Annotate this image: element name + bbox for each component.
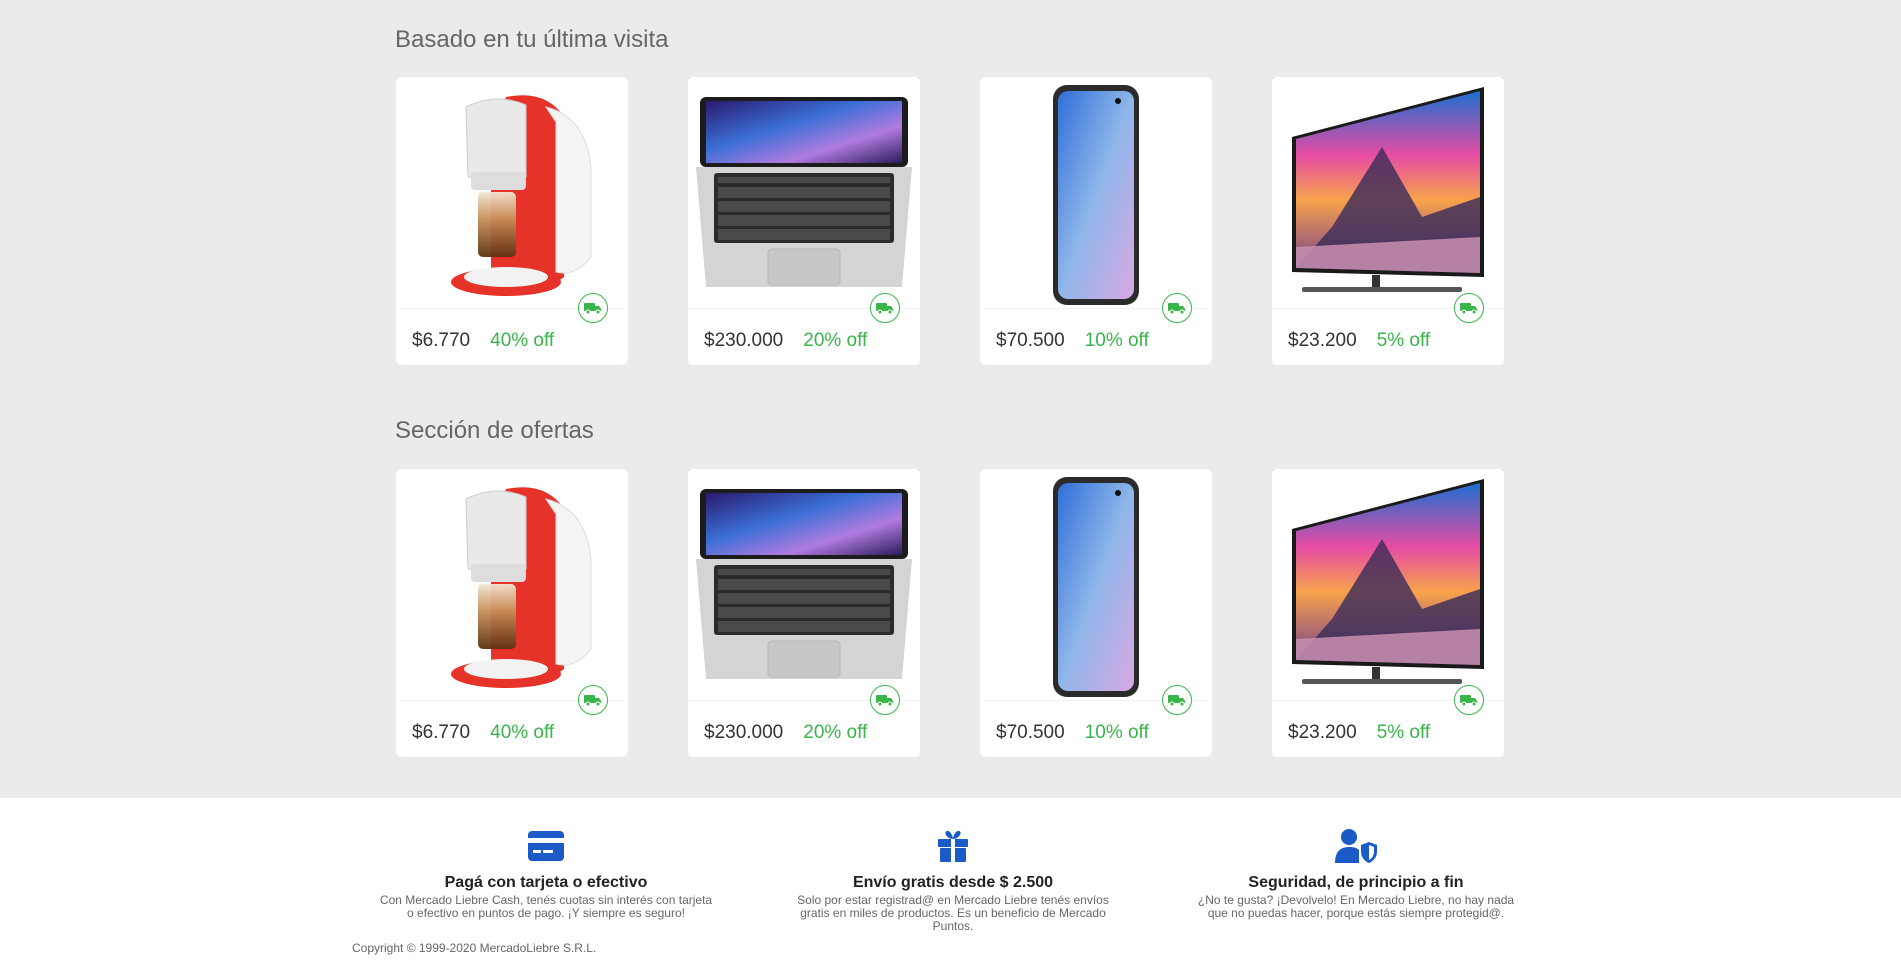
feature-payment: Pagá con tarjeta o efectivo Con Mercado … <box>366 828 726 920</box>
product-price: $23.200 <box>1288 722 1357 743</box>
section-title-last-visit: Basado en tu última visita <box>395 26 669 53</box>
product-grid-offers: $6.770 40% off $230.000 20% off $70.500 <box>396 469 1504 757</box>
product-price: $23.200 <box>1288 330 1357 351</box>
section-title-offers: Sección de ofertas <box>395 417 594 444</box>
feature-text: ¿No te gusta? ¡Devolvelo! En Mercado Lie… <box>1197 893 1515 920</box>
smartphone-image <box>1053 85 1139 305</box>
product-price: $230.000 <box>704 330 784 351</box>
feature-text: Con Mercado Liebre Cash, tenés cuotas si… <box>379 893 713 920</box>
product-discount: 10% off <box>1084 722 1149 743</box>
laptop-image <box>695 488 913 680</box>
product-discount: 10% off <box>1084 330 1149 351</box>
television-image <box>1292 87 1484 292</box>
product-price: $6.770 <box>412 330 471 351</box>
product-card[interactable]: $23.200 5% off <box>1272 469 1504 757</box>
product-grid-last-visit: $6.770 40% off $230.000 20% off $70.500 <box>396 77 1504 365</box>
product-card[interactable]: $230.000 20% off <box>688 469 920 757</box>
feature-shipping: Envío gratis desde $ 2.500 Solo por esta… <box>773 828 1133 933</box>
copyright: Copyright © 1999-2020 MercadoLiebre S.R.… <box>352 941 597 955</box>
free-shipping-truck-icon <box>578 685 608 715</box>
smartphone-image <box>1053 477 1139 697</box>
feature-text: Solo por estar registrad@ en Mercado Lie… <box>797 893 1109 933</box>
free-shipping-truck-icon <box>1454 293 1484 323</box>
product-discount: 5% off <box>1376 330 1431 351</box>
free-shipping-truck-icon <box>1162 685 1192 715</box>
product-discount: 5% off <box>1376 722 1431 743</box>
product-price: $70.500 <box>996 722 1065 743</box>
laptop-image <box>695 96 913 288</box>
feature-title: Pagá con tarjeta o efectivo <box>444 874 648 891</box>
product-card[interactable]: $23.200 5% off <box>1272 77 1504 365</box>
product-discount: 20% off <box>803 722 868 743</box>
coffee-machine-image <box>450 94 592 297</box>
credit-card-icon <box>366 828 726 864</box>
free-shipping-truck-icon <box>1162 293 1192 323</box>
user-shield-icon <box>1176 828 1536 864</box>
product-price: $70.500 <box>996 330 1065 351</box>
product-card[interactable]: $70.500 10% off <box>980 77 1212 365</box>
coffee-machine-image <box>450 486 592 689</box>
feature-title: Envío gratis desde $ 2.500 <box>852 874 1054 891</box>
product-card[interactable]: $6.770 40% off <box>396 77 628 365</box>
product-card[interactable]: $6.770 40% off <box>396 469 628 757</box>
free-shipping-truck-icon <box>578 293 608 323</box>
site-footer: Pagá con tarjeta o efectivo Con Mercado … <box>0 798 1901 971</box>
free-shipping-truck-icon <box>1454 685 1484 715</box>
product-card[interactable]: $230.000 20% off <box>688 77 920 365</box>
free-shipping-truck-icon <box>870 685 900 715</box>
product-discount: 20% off <box>803 330 868 351</box>
free-shipping-truck-icon <box>870 293 900 323</box>
product-discount: 40% off <box>490 722 555 743</box>
product-discount: 40% off <box>490 330 555 351</box>
product-price: $230.000 <box>704 722 784 743</box>
product-card[interactable]: $70.500 10% off <box>980 469 1212 757</box>
television-image <box>1292 479 1484 684</box>
feature-title: Seguridad, de principio a fin <box>1248 874 1464 891</box>
feature-security: Seguridad, de principio a fin ¿No te gus… <box>1176 828 1536 920</box>
product-price: $6.770 <box>412 722 471 743</box>
gift-icon <box>773 828 1133 864</box>
